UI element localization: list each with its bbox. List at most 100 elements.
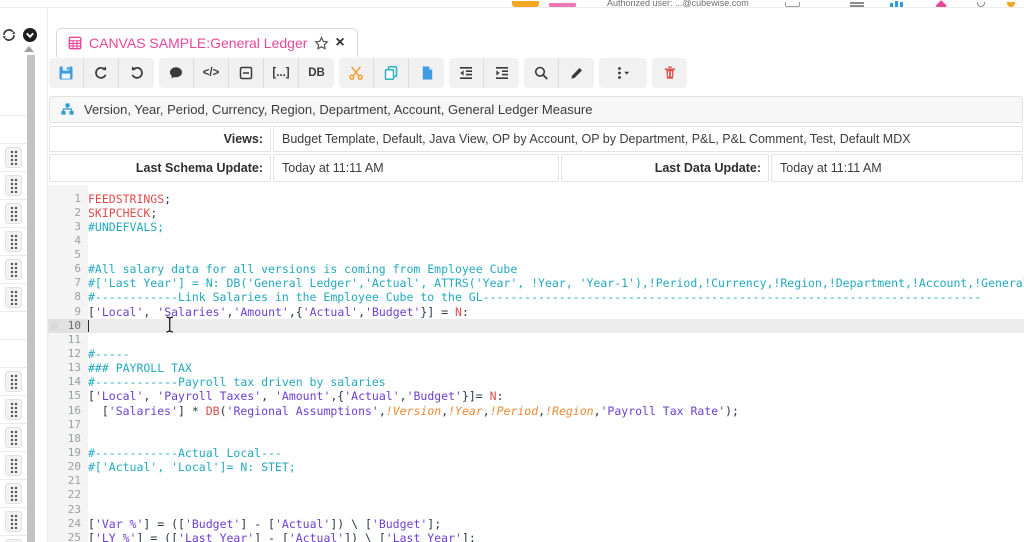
app-window: Authorized user: ...@cubewise.com	[0, 0, 1024, 542]
indent-button[interactable]	[484, 58, 519, 88]
drag-grip-handle[interactable]	[5, 483, 22, 504]
code-editor[interactable]: 1FEEDSTRINGS;2SKIPCHECK;3#UNDEFVALS;456#…	[48, 185, 1024, 542]
scroll-up-arrow-icon[interactable]	[24, 46, 34, 52]
code-line-13: 13### PAYROLL TAX	[48, 361, 1024, 375]
line-number: 14	[48, 375, 88, 389]
rail-row	[0, 228, 27, 256]
rail-scrollbar[interactable]	[27, 55, 35, 542]
line-number: 3	[48, 220, 88, 234]
search-button[interactable]	[524, 58, 559, 88]
toolbar-group	[524, 58, 594, 88]
grip-dots-icon	[10, 290, 18, 305]
toolbar-group	[49, 58, 154, 88]
tab-general-ledger[interactable]: CANVAS SAMPLE:General Ledger ×	[56, 28, 358, 57]
cut-button[interactable]	[339, 58, 374, 88]
line-number: 9	[48, 305, 88, 319]
dimension-bar[interactable]: Version, Year, Period, Currency, Region,…	[49, 96, 1023, 123]
code-button[interactable]: </>	[194, 58, 229, 88]
drag-grip-handle[interactable]	[5, 287, 22, 308]
drag-grip-handle[interactable]	[5, 203, 22, 224]
paste-icon	[419, 65, 435, 81]
line-number: 22	[48, 488, 88, 502]
code-line-9: 9['Local', 'Salaries','Amount',{'Actual'…	[48, 305, 1024, 319]
copy-button[interactable]	[374, 58, 409, 88]
code-text: ['Var %'] = (['Budget'] - ['Actual']) \ …	[88, 517, 1024, 531]
code-text: ### PAYROLL TAX	[88, 361, 1024, 375]
collapse-button[interactable]	[229, 58, 264, 88]
toolbar-group	[652, 58, 687, 88]
code-line-14: 14#------------Payroll tax driven by sal…	[48, 375, 1024, 389]
code-text: #['Last Year'] = N: DB('General Ledger',…	[88, 276, 1024, 290]
ellipsis-icon: [...]	[272, 67, 289, 79]
bell-icon-fragment	[977, 2, 985, 7]
rail-row	[0, 508, 27, 536]
db-button[interactable]: DB	[299, 58, 334, 88]
code-text	[88, 418, 1024, 432]
ellipsis-button[interactable]: [...]	[264, 58, 299, 88]
edit-button[interactable]	[559, 58, 594, 88]
redo-button[interactable]	[119, 58, 154, 88]
rail-row	[0, 452, 27, 480]
rail-row	[0, 88, 27, 116]
tab-close-icon[interactable]: ×	[335, 36, 344, 50]
drag-grip-handle[interactable]	[5, 427, 22, 448]
code-line-25: 25['LY %'] = (['Last Year'] - ['Actual']…	[48, 531, 1024, 542]
rail-row	[0, 144, 27, 172]
line-number: 16	[48, 404, 88, 418]
comment-button[interactable]	[159, 58, 194, 88]
code-line-18: 18	[48, 432, 1024, 446]
drag-grip-handle[interactable]	[5, 147, 22, 168]
sync-icon[interactable]	[1, 27, 17, 43]
code-line-6: 6#All salary data for all versions is co…	[48, 262, 1024, 276]
toolbar-group	[599, 58, 647, 88]
main-content: CANVAS SAMPLE:General Ledger × </> [...] D…	[47, 8, 1024, 542]
grip-dots-icon	[10, 262, 18, 277]
undo-button[interactable]	[84, 58, 119, 88]
drag-grip-handle[interactable]	[5, 511, 22, 532]
more-menu-button[interactable]	[599, 58, 647, 88]
updates-row: Last Schema Update: Today at 11:11 AM La…	[49, 154, 1023, 182]
hierarchy-icon	[60, 102, 75, 117]
code-line-19: 19#------------Actual Local---	[48, 446, 1024, 460]
window-icon-fragment	[785, 2, 800, 7]
code-line-24: 24['Var %'] = (['Budget'] - ['Actual']) …	[48, 517, 1024, 531]
grip-dots-icon	[10, 374, 18, 389]
line-number: 7	[48, 276, 88, 290]
code-text	[88, 432, 1024, 446]
code-line-21: 21	[48, 474, 1024, 488]
code-icon: </>	[203, 67, 220, 79]
code-line-5: 5	[48, 248, 1024, 262]
code-text: #-----	[88, 347, 1024, 361]
collapse-circle-icon[interactable]	[22, 27, 38, 43]
code-line-10: 10	[48, 319, 1024, 333]
drag-grip-handle[interactable]	[5, 455, 22, 476]
toolbar-group	[339, 58, 444, 88]
code-text: #------------Payroll tax driven by salar…	[88, 375, 1024, 389]
diamond-icon-fragment	[936, 0, 947, 8]
drag-grip-handle[interactable]	[5, 371, 22, 392]
code-line-16: 16 ['Salaries'] * DB('Regional Assumptio…	[48, 404, 1024, 418]
outdent-button[interactable]	[449, 58, 484, 88]
line-number: 24	[48, 517, 88, 531]
active-line-marker	[50, 321, 58, 330]
delete-button[interactable]	[652, 58, 687, 88]
drag-grip-handle[interactable]	[5, 231, 22, 252]
drag-grip-handle[interactable]	[5, 259, 22, 280]
code-line-17: 17	[48, 418, 1024, 432]
toolbar-group: </> [...] DB	[159, 58, 334, 88]
line-number: 13	[48, 361, 88, 375]
rail-row	[0, 536, 27, 542]
drag-grip-handle[interactable]	[5, 399, 22, 420]
last-schema-update-value: Today at 11:11 AM	[273, 154, 559, 182]
favorite-star-icon[interactable]	[314, 36, 328, 50]
line-number: 15	[48, 389, 88, 403]
paste-button[interactable]	[409, 58, 444, 88]
rail-row	[0, 368, 27, 396]
save-button[interactable]	[49, 58, 84, 88]
rail-row	[0, 256, 27, 284]
drag-grip-handle[interactable]	[5, 175, 22, 196]
grip-dots-icon	[10, 458, 18, 473]
grip-dots-icon	[10, 486, 18, 501]
search-icon	[533, 65, 549, 81]
indent-icon	[494, 65, 510, 81]
